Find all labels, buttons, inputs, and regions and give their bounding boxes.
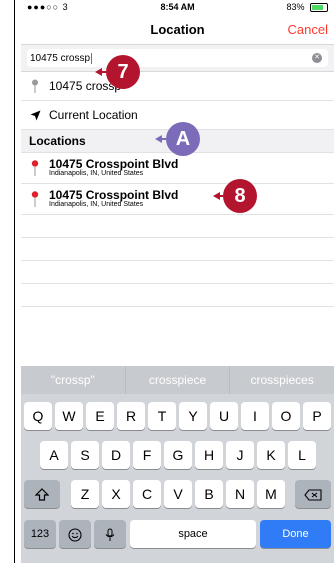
callout-badge-8: 8 <box>223 179 257 213</box>
callout-badge-a: A <box>166 122 200 156</box>
screenshot-frame: ●●●○○ 3 8:54 AM 83% Location Cancel 1047… <box>0 0 334 563</box>
callout-arrows <box>95 68 223 200</box>
callout-badge-7: 7 <box>106 55 140 89</box>
